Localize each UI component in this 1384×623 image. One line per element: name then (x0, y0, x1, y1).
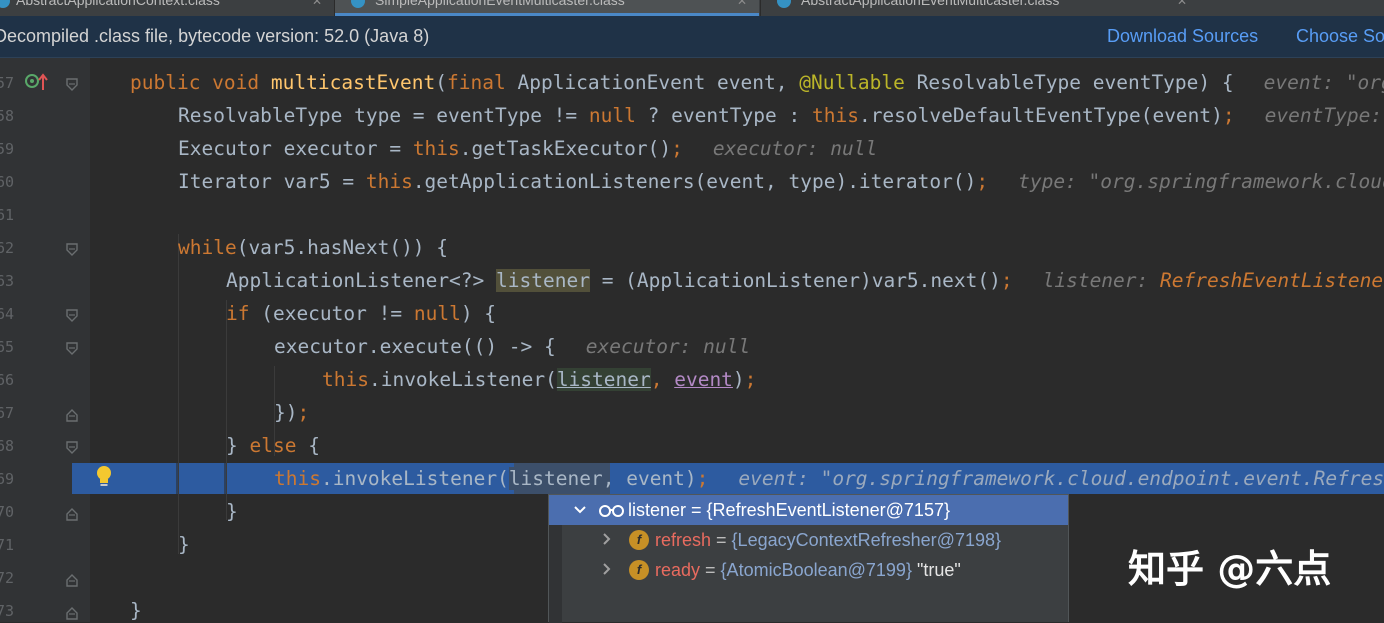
field-name: refresh (655, 530, 712, 550)
fold-close-icon[interactable] (66, 507, 78, 521)
tab-label: AbstractApplicationContext.class (16, 0, 220, 8)
tab-abstract-application-event-multicaster[interactable]: AbstractApplicationEventMulticaster.clas… (761, 0, 1201, 16)
class-file-icon (351, 0, 365, 8)
popup-root-node[interactable]: listener = {RefreshEventListener@7157} (549, 495, 1068, 525)
line-number: 70 (0, 503, 14, 521)
code-line-66: this.invokeListener(listener, event); (322, 368, 757, 391)
code-line-60: Iterator var5 = this.getApplicationListe… (90, 165, 1384, 198)
decompiled-notice-banner: Decompiled .class file, bytecode version… (0, 16, 1384, 58)
close-tab-icon[interactable]: ✕ (312, 0, 322, 8)
line-number: 72 (0, 569, 14, 587)
code-line-58: ResolvableType type = eventType != null … (90, 99, 1384, 132)
fold-open-icon[interactable] (66, 441, 78, 455)
inline-debug-hint: listener: (1042, 269, 1161, 292)
field-value: {LegacyContextRefresher@7198} (731, 530, 1001, 550)
captured-variable-listener: listener (556, 368, 651, 391)
code-line-62: while(var5.hasNext()) { (178, 236, 449, 259)
field-value: {AtomicBoolean@7199} (720, 560, 912, 580)
editor-tab-bar: AbstractApplicationContext.class ✕ Simpl… (0, 0, 1384, 16)
zhihu-watermark: 知乎 @六点 (1128, 547, 1332, 591)
fold-open-icon[interactable] (66, 243, 78, 257)
line-number: 63 (0, 272, 14, 290)
inline-debug-hint: event: "org.springframework.cloud.endpoi… (738, 467, 1384, 490)
code-line-68: } else { (226, 434, 320, 457)
line-number: 62 (0, 239, 14, 257)
code-line-69-current: this.invokeListener(listener, event); eve… (90, 462, 1384, 495)
inline-debug-hint: eventType: null (1264, 104, 1383, 127)
line-number: 59 (0, 140, 14, 158)
line-number: 58 (0, 107, 14, 125)
field-icon: f (629, 530, 649, 550)
download-sources-link[interactable]: Download Sources (1107, 26, 1258, 47)
root-variable-name: listener (628, 500, 687, 520)
variable-listener-hovered: listener (508, 467, 603, 490)
line-number: 69 (0, 470, 14, 488)
override-method-icon[interactable] (24, 72, 48, 92)
tab-label: AbstractApplicationEventMulticaster.clas… (801, 0, 1060, 8)
expand-arrow-icon[interactable] (601, 555, 613, 594)
inline-debug-hint: executor: null (712, 137, 878, 160)
fold-open-icon[interactable] (66, 309, 78, 323)
close-tab-icon[interactable]: ✕ (1177, 0, 1187, 8)
tab-label: SimpleApplicationEventMulticaster.class (375, 0, 625, 8)
tab-abstract-application-context[interactable]: AbstractApplicationContext.class ✕ (0, 0, 333, 16)
code-line-64: if (executor != null) { (226, 302, 497, 325)
field-string-value: "true" (911, 560, 961, 580)
line-number: 61 (0, 206, 14, 224)
line-number: 68 (0, 437, 14, 455)
line-number: 60 (0, 173, 14, 191)
code-line-57: public void multicastEvent(final Applica… (90, 66, 1384, 99)
inline-debug-hint: type: "org.springframework.cloud.endpoin… (1018, 170, 1384, 193)
line-number: 71 (0, 536, 14, 554)
intention-bulb-icon[interactable] (94, 464, 114, 490)
code-line-65: executor.execute(() -> {executor: null (274, 335, 751, 358)
root-variable-value: {RefreshEventListener@7157} (706, 500, 950, 520)
code-line-63: ApplicationListener<?> listener = (Appli… (226, 269, 1384, 292)
debug-value-popup: listener = {RefreshEventListener@7157} f… (548, 494, 1069, 623)
field-name: ready (655, 560, 701, 580)
line-number: 57 (0, 74, 14, 92)
code-line-59: Executor executor = this.getTaskExecutor… (178, 137, 878, 160)
class-file-icon (0, 0, 10, 8)
fold-close-icon[interactable] (66, 408, 78, 422)
tab-simple-application-event-multicaster[interactable]: SimpleApplicationEventMulticaster.class … (335, 0, 759, 16)
fold-open-icon[interactable] (66, 342, 78, 356)
choose-sources-link[interactable]: Choose Sources... (1296, 26, 1384, 47)
line-number: 65 (0, 338, 14, 356)
code-line-67: }); (274, 401, 310, 424)
fold-close-icon[interactable] (66, 606, 78, 620)
close-tab-icon[interactable]: ✕ (737, 0, 747, 8)
popup-field-refresh[interactable]: f refresh = {LegacyContextRefresher@7198… (549, 525, 1068, 555)
line-number: 67 (0, 404, 14, 422)
field-icon: f (629, 560, 649, 580)
class-file-icon (777, 0, 791, 8)
fold-open-icon[interactable] (66, 78, 78, 92)
inline-debug-hint: event: "org.springframework.cloud.endpoi… (1263, 71, 1384, 94)
popup-field-ready[interactable]: f ready = {AtomicBoolean@7199} "true" (549, 555, 1068, 585)
line-number: 64 (0, 305, 14, 323)
variable-listener: listener (496, 269, 590, 292)
line-number: 73 (0, 602, 14, 620)
line-number-gutter: 57 58 59 60 61 62 63 64 65 66 67 68 69 7… (0, 58, 90, 622)
captured-variable-event: event (674, 368, 733, 391)
inline-debug-hint: executor: null (585, 335, 751, 358)
line-number: 66 (0, 371, 14, 389)
fold-close-icon[interactable] (66, 573, 78, 587)
banner-message: Decompiled .class file, bytecode version… (0, 26, 430, 46)
